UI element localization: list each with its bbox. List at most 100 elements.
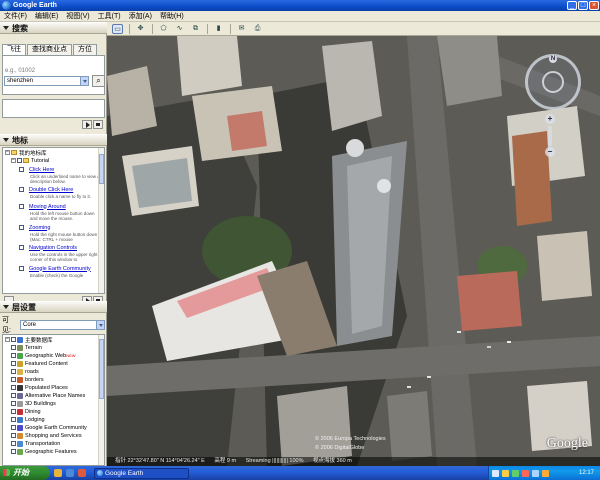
- tree-item[interactable]: Double Click Here: [19, 186, 73, 193]
- placemark-icon[interactable]: ✥: [135, 24, 146, 34]
- tab-fly-to[interactable]: 飞往: [2, 44, 26, 55]
- checkbox[interactable]: [11, 361, 16, 366]
- dropdown-arrow-icon[interactable]: [80, 77, 88, 85]
- layer-item[interactable]: Featured Content: [11, 360, 68, 367]
- layer-item[interactable]: Geographic Web NEW: [11, 352, 76, 359]
- play-button[interactable]: [82, 120, 92, 129]
- layer-item[interactable]: Alternative Place Names: [11, 392, 85, 399]
- checkbox[interactable]: [11, 345, 16, 350]
- checkbox[interactable]: [11, 377, 16, 382]
- sidebar-toggle-icon[interactable]: ▭: [112, 23, 123, 34]
- expand-icon[interactable]: −: [5, 337, 10, 342]
- layer-item[interactable]: Dining: [11, 408, 41, 415]
- checkbox[interactable]: [11, 449, 16, 454]
- menu-add[interactable]: 添加(A): [125, 11, 156, 21]
- menu-view[interactable]: 视图(V): [62, 11, 93, 21]
- menu-edit[interactable]: 编辑(E): [31, 11, 62, 21]
- checkbox[interactable]: [11, 369, 16, 374]
- scroll-thumb[interactable]: [99, 339, 104, 399]
- tree-item[interactable]: Click Here: [19, 166, 54, 173]
- checkbox[interactable]: [19, 266, 24, 271]
- checkbox[interactable]: [11, 425, 16, 430]
- north-indicator[interactable]: N: [549, 55, 557, 63]
- tree-item[interactable]: Moving Around: [19, 203, 66, 210]
- email-icon[interactable]: ✉: [236, 24, 247, 34]
- checkbox[interactable]: [19, 167, 24, 172]
- checkbox[interactable]: [11, 393, 16, 398]
- layer-item[interactable]: Geographic Features: [11, 448, 77, 455]
- tray-icon[interactable]: [502, 469, 509, 477]
- layer-item[interactable]: Terrain: [11, 344, 42, 351]
- stop-button[interactable]: [93, 120, 103, 129]
- checkbox[interactable]: [19, 245, 24, 250]
- layer-item[interactable]: Transportation: [11, 440, 60, 447]
- checkbox[interactable]: [11, 417, 16, 422]
- tray-icon[interactable]: [522, 469, 529, 477]
- zoom-in-button[interactable]: +: [545, 114, 555, 124]
- checkbox[interactable]: [11, 409, 16, 414]
- layer-item[interactable]: roads: [11, 368, 39, 375]
- tree-item[interactable]: − 我的地标库: [5, 149, 47, 157]
- print-icon[interactable]: ⎙: [252, 24, 263, 34]
- checkbox[interactable]: [11, 337, 16, 342]
- tree-item[interactable]: − Tutorial: [11, 157, 49, 164]
- ruler-icon[interactable]: ▮: [213, 24, 224, 34]
- layers-panel-header[interactable]: 层设置: [0, 301, 107, 313]
- layers-scrollbar[interactable]: [98, 335, 104, 465]
- tray-icon[interactable]: [512, 469, 519, 477]
- overlay-icon[interactable]: ⧉: [190, 24, 201, 34]
- quicklaunch-icon[interactable]: [54, 469, 62, 477]
- collapse-triangle-icon[interactable]: [3, 138, 9, 142]
- tray-icon[interactable]: [492, 469, 499, 477]
- dropdown-arrow-icon[interactable]: [96, 321, 104, 329]
- search-input[interactable]: shenzhen: [4, 76, 89, 86]
- collapse-triangle-icon[interactable]: [3, 26, 9, 30]
- checkbox[interactable]: [19, 204, 24, 209]
- minimize-button[interactable]: _: [567, 1, 577, 10]
- close-button[interactable]: ×: [589, 1, 599, 10]
- checkbox[interactable]: [11, 385, 16, 390]
- tree-item[interactable]: Navigation Controls: [19, 244, 77, 251]
- checkbox[interactable]: [17, 158, 22, 163]
- places-scrollbar[interactable]: [98, 148, 104, 293]
- tab-find-business[interactable]: 查找商业点: [27, 44, 72, 55]
- checkbox[interactable]: [11, 441, 16, 446]
- scroll-thumb[interactable]: [99, 154, 104, 184]
- checkbox[interactable]: [19, 187, 24, 192]
- checkbox[interactable]: [11, 401, 16, 406]
- zoom-out-button[interactable]: −: [545, 147, 555, 157]
- checkbox[interactable]: [11, 353, 16, 358]
- navigation-compass[interactable]: N: [525, 54, 581, 110]
- layers-view-dropdown[interactable]: Core: [20, 320, 105, 330]
- menu-help[interactable]: 帮助(H): [156, 11, 188, 21]
- map-view[interactable]: N + − © 2006 Europa Technologies © 2006 …: [107, 36, 600, 466]
- checkbox[interactable]: [19, 225, 24, 230]
- tree-item[interactable]: Zooming: [19, 224, 50, 231]
- layer-item[interactable]: Populated Places: [11, 384, 68, 391]
- zoom-slider[interactable]: + −: [543, 114, 557, 158]
- quicklaunch-icon[interactable]: [66, 469, 74, 477]
- quicklaunch-icon[interactable]: [78, 469, 86, 477]
- tab-directions[interactable]: 方位: [73, 44, 97, 55]
- layer-item[interactable]: − 主要数据库: [5, 336, 53, 344]
- tray-icon[interactable]: [542, 469, 549, 477]
- layer-item[interactable]: borders: [11, 376, 44, 383]
- look-joystick[interactable]: [542, 71, 564, 93]
- collapse-triangle-icon[interactable]: [3, 305, 9, 309]
- tray-icon[interactable]: [532, 469, 539, 477]
- layer-item[interactable]: Shopping and Services: [11, 432, 82, 439]
- checkbox[interactable]: [11, 433, 16, 438]
- zoom-track[interactable]: [548, 126, 552, 146]
- menu-file[interactable]: 文件(F): [0, 11, 31, 21]
- places-panel-header[interactable]: 地标: [0, 134, 107, 146]
- layer-item[interactable]: 3D Buildings: [11, 400, 56, 407]
- expand-icon[interactable]: −: [5, 150, 10, 155]
- maximize-button[interactable]: □: [578, 1, 588, 10]
- search-button[interactable]: ⌕: [92, 75, 105, 87]
- search-panel-header[interactable]: 搜索: [0, 22, 107, 34]
- taskbar-google-earth[interactable]: Google Earth: [94, 467, 189, 479]
- start-button[interactable]: 开始: [0, 466, 50, 480]
- layer-item[interactable]: Lodging: [11, 416, 45, 423]
- menu-tools[interactable]: 工具(T): [94, 11, 125, 21]
- polygon-icon[interactable]: ⬠: [158, 24, 169, 34]
